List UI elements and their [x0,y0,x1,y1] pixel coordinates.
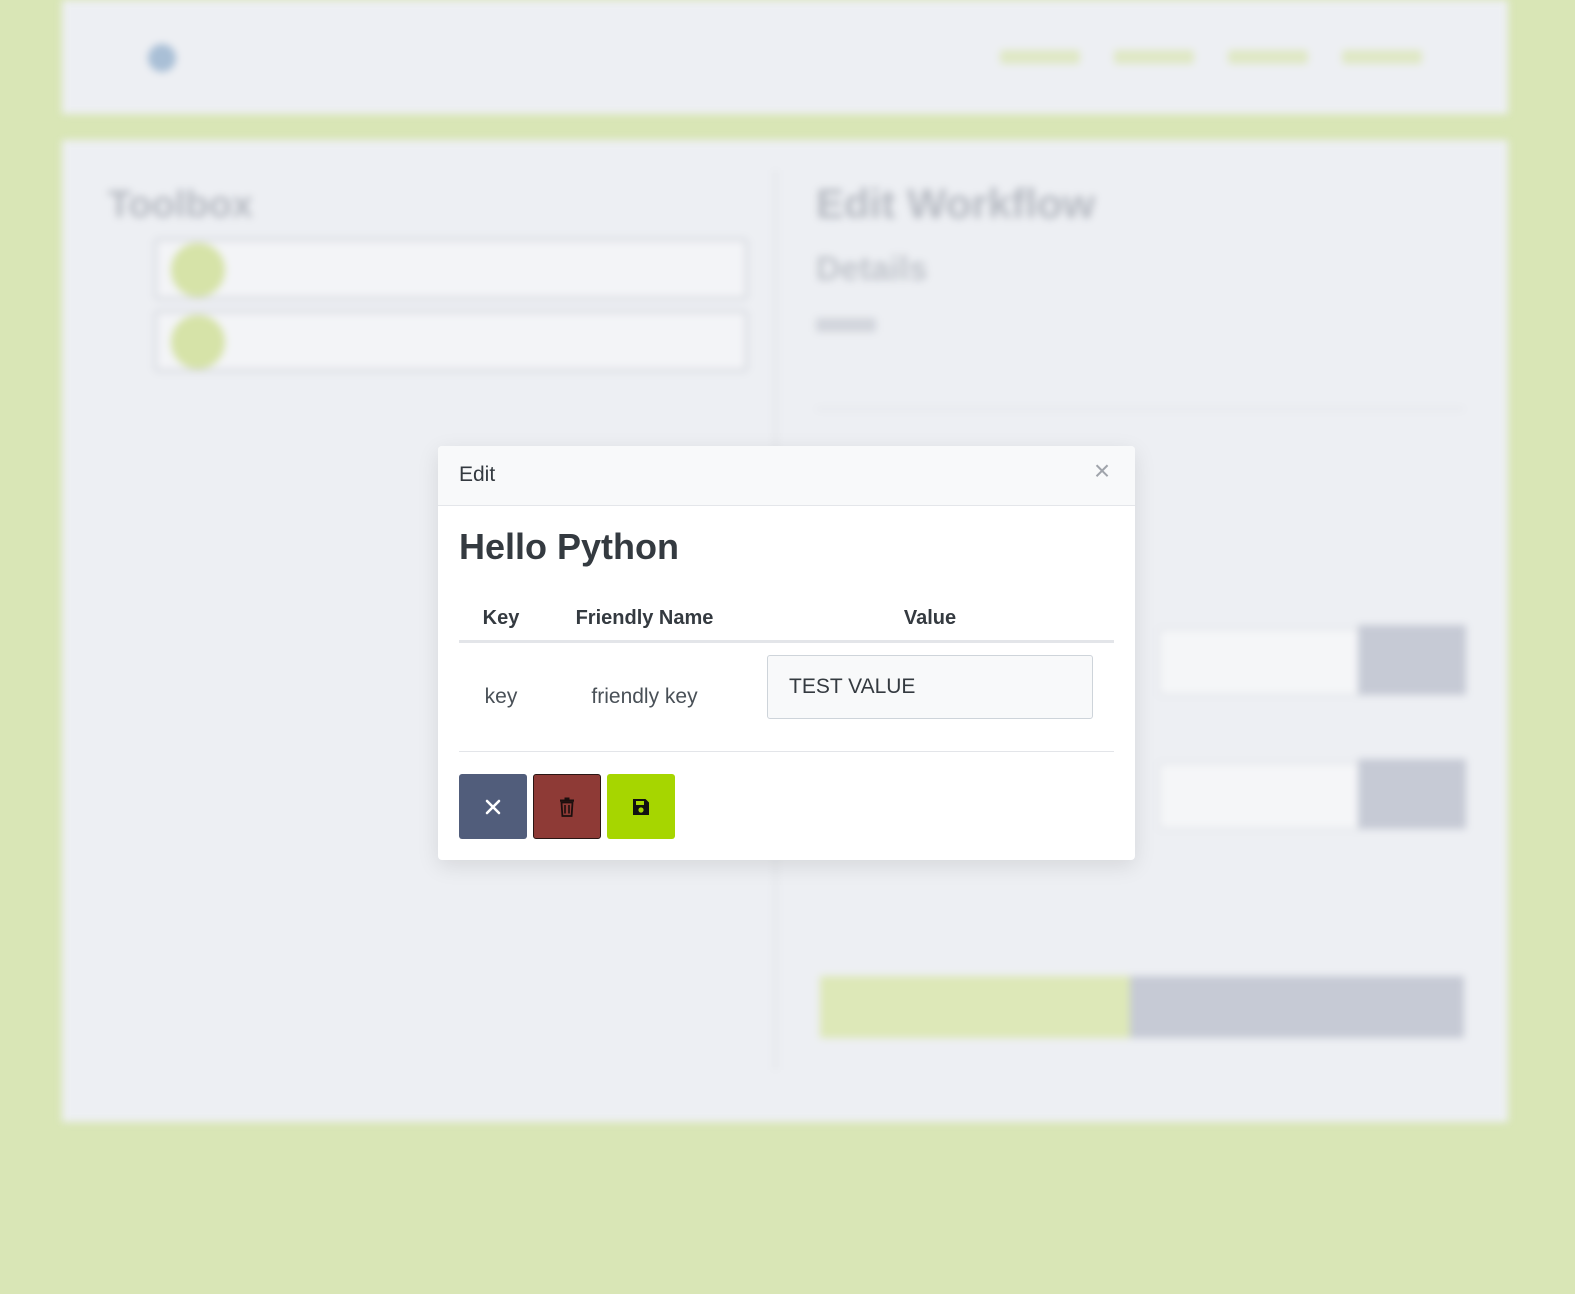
step-name-heading: Hello Python [459,526,680,567]
close-icon[interactable]: × [1089,456,1115,486]
modal-actions [459,774,675,839]
column-header-key: Key [459,596,543,643]
save-icon [633,798,649,815]
details-heading: Details [816,250,928,288]
cell-friendly-name: friendly key [543,641,746,752]
nav-link [1228,50,1308,64]
step-input [1158,628,1362,696]
cell-key: key [459,641,543,752]
edit-modal: Edit × Hello Python Key Friendly Name Va… [438,446,1135,860]
tool-icon [171,315,225,369]
secondary-workflow-button [1130,976,1464,1038]
table-header-row: Key Friendly Name Value [459,596,1114,643]
close-icon [485,799,501,814]
column-header-value: Value [746,596,1114,643]
cell-value [746,641,1114,752]
nav-link [1342,50,1422,64]
name-label [816,318,876,332]
delete-button[interactable] [533,774,601,839]
toolbox-title: Toolbox [108,184,253,226]
save-button[interactable] [607,774,675,839]
save-workflow-button [820,976,1130,1038]
tool-icon [171,243,225,297]
column-header-friendly-name: Friendly Name [543,596,746,643]
edit-workflow-title: Edit Workflow [816,180,1096,227]
cancel-button[interactable] [459,774,527,839]
trash-icon [560,797,574,817]
nav-link [1000,50,1080,64]
nav-link [1114,50,1194,64]
logo-icon [148,44,176,72]
parameters-table: Key Friendly Name Value key friendly key [459,596,1114,752]
toolbox-item [154,238,748,300]
step-edit-button [1358,759,1466,829]
modal-header: Edit × [438,446,1135,506]
nav-links [1000,50,1422,64]
navbar [62,0,1508,114]
step-input [1158,762,1362,830]
value-input[interactable] [767,655,1093,719]
step-edit-button [1358,625,1466,695]
name-field [816,352,1464,410]
modal-title: Edit [459,463,496,486]
toolbox-item [154,310,748,372]
table-row: key friendly key [459,641,1114,752]
